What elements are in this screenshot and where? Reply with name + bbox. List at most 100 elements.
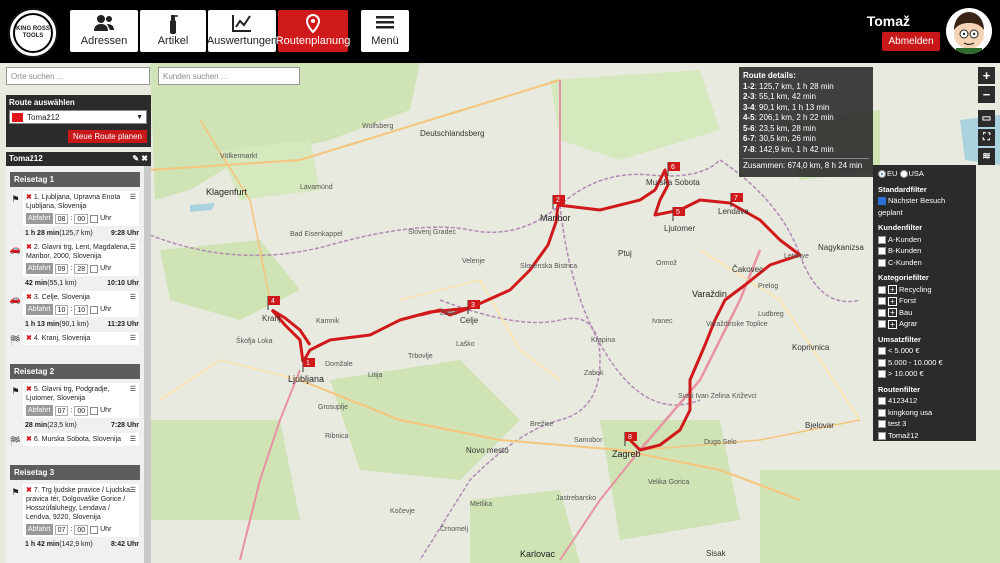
departure-checkbox[interactable] xyxy=(90,525,99,534)
zoom-out-button[interactable]: − xyxy=(978,86,995,103)
checkbox[interactable] xyxy=(878,258,886,267)
departure-hour-select[interactable]: 09 xyxy=(54,263,69,274)
checkbox[interactable] xyxy=(878,308,886,317)
zoom-in-button[interactable]: + xyxy=(978,67,995,84)
segment-distance: (55,1 km) xyxy=(47,280,77,287)
drag-handle-icon[interactable]: ☰ xyxy=(130,486,136,495)
places-search-input[interactable]: Orte suchen ... xyxy=(6,67,150,85)
drag-handle-icon[interactable]: ☰ xyxy=(130,435,136,444)
filter-item[interactable]: A-Kunden xyxy=(878,234,971,246)
map-label: Domžale xyxy=(325,361,353,368)
drag-handle-icon[interactable]: ☰ xyxy=(130,385,136,394)
checkbox[interactable] xyxy=(878,397,886,406)
nav-routenplanung-label: Routenplanung xyxy=(275,35,351,47)
filter-item[interactable]: test 3 xyxy=(878,418,971,430)
expand-icon[interactable]: + xyxy=(888,285,897,295)
filter-item[interactable]: + Forst xyxy=(878,295,971,307)
filter-item[interactable]: kingkong usa xyxy=(878,407,971,419)
stop-address: Murska Sobota, Slovenija xyxy=(41,436,122,443)
remove-stop-icon[interactable]: ✖ xyxy=(26,244,32,251)
departure-minute-select[interactable]: 00 xyxy=(74,213,89,224)
departure-hour-select[interactable]: 08 xyxy=(54,213,69,224)
checkbox[interactable] xyxy=(878,320,886,329)
avatar[interactable] xyxy=(946,8,992,54)
trip-list: Reisetag 1 ⚑ ✖ 1. Ljubljana, Upravna Enot… xyxy=(6,166,144,563)
list-item[interactable]: 🏁 ✖ 6. Murska Sobota, Slovenija ☰ xyxy=(8,433,142,447)
company-logo[interactable]: KING ROSS TOOLS xyxy=(8,8,58,58)
filter-item[interactable]: Nächster Besuch geplant xyxy=(878,195,971,218)
checkbox[interactable] xyxy=(878,197,886,206)
list-item[interactable]: ⚑ ✖ 5. Glavni trg, Podgradje, Ljutomer, S… xyxy=(8,383,142,418)
new-route-button[interactable]: Neue Route planen xyxy=(68,130,147,143)
nav-routenplanung[interactable]: Routenplanung xyxy=(275,10,351,52)
departure-hour-select[interactable]: 07 xyxy=(54,405,69,416)
trip-scrollbar[interactable] xyxy=(144,166,151,563)
departure-checkbox[interactable] xyxy=(90,264,99,273)
drag-handle-icon[interactable]: ☰ xyxy=(130,334,136,343)
departure-minute-select[interactable]: 00 xyxy=(74,524,89,535)
departure-checkbox[interactable] xyxy=(90,406,99,415)
departure-minute-select[interactable]: 10 xyxy=(74,304,89,315)
remove-stop-icon[interactable]: ✖ xyxy=(26,386,32,393)
remove-stop-icon[interactable]: ✖ xyxy=(26,335,32,342)
filter-item[interactable]: + Recycling xyxy=(878,284,971,296)
filter-item[interactable]: C-Kunden xyxy=(878,257,971,269)
checkbox[interactable] xyxy=(878,408,886,417)
close-icon[interactable]: ✖ xyxy=(141,154,148,163)
nav-auswertungen[interactable]: Auswertungen xyxy=(207,10,277,52)
list-item[interactable]: 🏁 ✖ 4. Kranj, Slovenija ☰ xyxy=(8,332,142,346)
checkbox[interactable] xyxy=(878,347,886,356)
edit-pencil-icon[interactable]: ✎ xyxy=(132,154,139,163)
filter-item[interactable]: 4123412 xyxy=(878,395,971,407)
list-item[interactable]: ⚑ ✖ 7. Trg ljudske pravice / Ljudska prav… xyxy=(8,484,142,537)
departure-hour-select[interactable]: 10 xyxy=(54,304,69,315)
checkbox[interactable] xyxy=(878,370,886,379)
checkbox[interactable] xyxy=(878,358,886,367)
nav-menu[interactable]: Menü xyxy=(361,10,409,52)
logout-button[interactable]: Abmelden xyxy=(882,32,940,51)
drag-handle-icon[interactable]: ☰ xyxy=(130,293,136,302)
remove-stop-icon[interactable]: ✖ xyxy=(26,487,32,494)
fullscreen-icon[interactable]: ⛶ xyxy=(978,129,995,146)
checkbox[interactable] xyxy=(878,285,886,294)
filter-item[interactable]: + Agrar xyxy=(878,318,971,330)
checkbox[interactable] xyxy=(878,431,886,440)
checkbox[interactable] xyxy=(878,420,886,429)
nav-adressen[interactable]: Adressen xyxy=(70,10,138,52)
expand-icon[interactable]: + xyxy=(888,308,897,318)
comment-icon[interactable]: ▭ xyxy=(978,110,995,127)
filter-item[interactable]: + Bau xyxy=(878,307,971,319)
customer-search-input[interactable]: Kunden suchen ... xyxy=(158,67,300,85)
expand-icon[interactable]: + xyxy=(888,319,897,329)
filter-item[interactable]: > 10.000 € xyxy=(878,368,971,380)
layers-icon[interactable]: ≋ xyxy=(978,148,995,165)
list-item[interactable]: ⚑ ✖ 1. Ljubljana, Upravna Enota Ljubljana… xyxy=(8,191,142,226)
remove-stop-icon[interactable]: ✖ xyxy=(26,294,32,301)
departure-hour-select[interactable]: 07 xyxy=(54,524,69,535)
departure-minute-select[interactable]: 28 xyxy=(74,263,89,274)
filter-item[interactable]: Tomaž12 xyxy=(878,430,971,442)
list-item[interactable]: 🚗 ✖ 2. Glavni trg, Lent, Magdalena, Marib… xyxy=(8,241,142,276)
nav-artikel[interactable]: Artikel xyxy=(140,10,206,52)
checkbox[interactable] xyxy=(878,235,886,244)
departure-checkbox[interactable] xyxy=(90,214,99,223)
remove-stop-icon[interactable]: ✖ xyxy=(26,436,32,443)
customer-filter-title: Kundenfilter xyxy=(878,223,923,232)
route-dropdown[interactable]: Tomaž12 ▼ xyxy=(9,110,147,124)
departure-checkbox[interactable] xyxy=(90,305,99,314)
drag-handle-icon[interactable]: ☰ xyxy=(130,243,136,252)
checkbox[interactable] xyxy=(878,247,886,256)
segment-arrival: 11:23 Uhr xyxy=(107,321,139,328)
remove-stop-icon[interactable]: ✖ xyxy=(26,194,32,201)
segment-info: 28 min(23,5 km) 7:28 Uhr xyxy=(8,420,142,431)
list-item[interactable]: 🚗 ✖ 3. Celje, Slovenija ☰ Abfahrt 10: 10 … xyxy=(8,291,142,317)
region-usa-radio[interactable] xyxy=(899,170,908,179)
drag-handle-icon[interactable]: ☰ xyxy=(130,193,136,202)
filter-item[interactable]: 5.000 - 10.000 € xyxy=(878,357,971,369)
filter-item[interactable]: B-Kunden xyxy=(878,245,971,257)
region-eu-radio[interactable] xyxy=(878,170,886,179)
checkbox[interactable] xyxy=(878,297,886,306)
expand-icon[interactable]: + xyxy=(888,296,897,306)
departure-minute-select[interactable]: 00 xyxy=(74,405,89,416)
filter-item[interactable]: < 5.000 € xyxy=(878,345,971,357)
